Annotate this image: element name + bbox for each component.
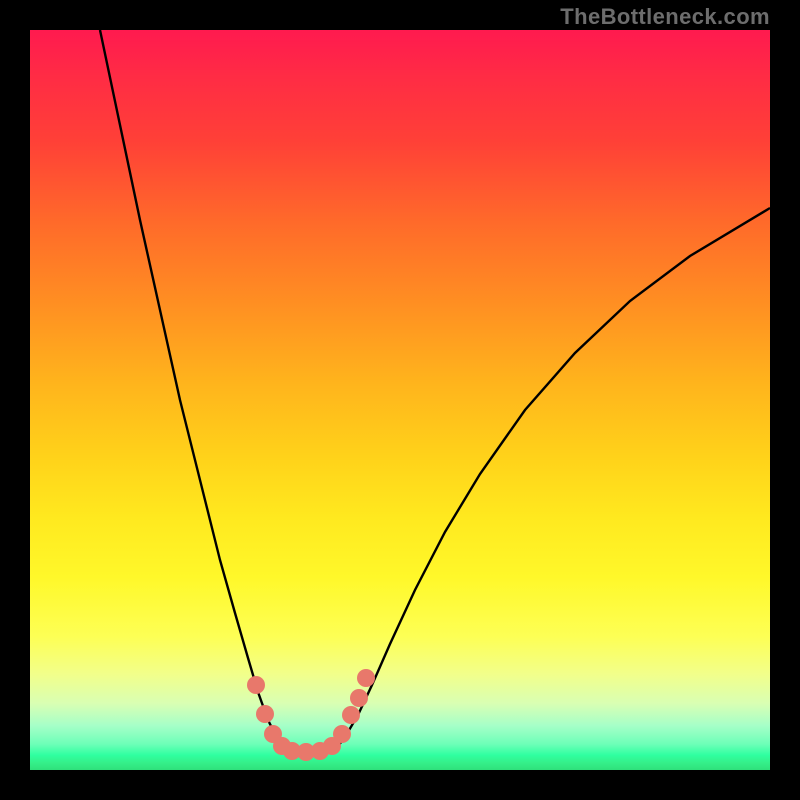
chart-container: TheBottleneck.com xyxy=(0,0,800,800)
curve-layer xyxy=(30,30,770,770)
data-dot xyxy=(333,725,351,743)
data-dot xyxy=(357,669,375,687)
curve-left xyxy=(100,30,285,750)
data-dot xyxy=(342,706,360,724)
data-dot xyxy=(350,689,368,707)
curve-right xyxy=(335,208,770,750)
watermark-text: TheBottleneck.com xyxy=(560,4,770,30)
plot-area xyxy=(30,30,770,770)
data-dot xyxy=(247,676,265,694)
dot-cluster xyxy=(247,669,375,761)
data-dot xyxy=(256,705,274,723)
